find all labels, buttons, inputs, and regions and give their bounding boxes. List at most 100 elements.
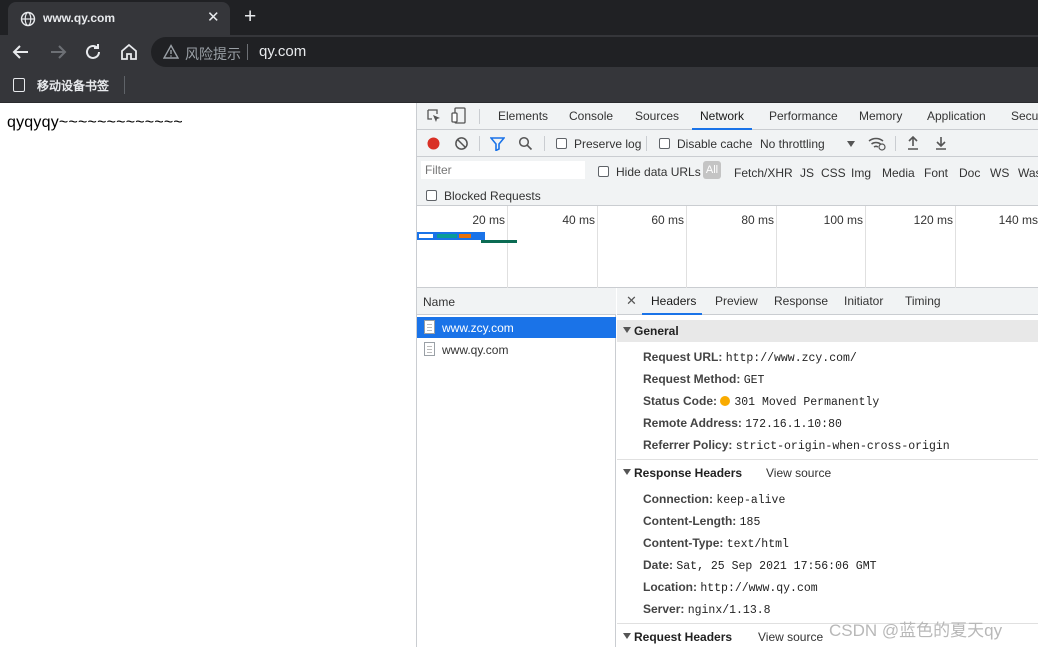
header-value: strict-origin-when-cross-origin [735, 440, 950, 453]
address-bar[interactable]: 风险提示 qy.com [151, 37, 1038, 67]
response-headers-section-header[interactable]: Response Headers View source [617, 462, 1038, 484]
tab-network[interactable]: Network [700, 109, 744, 123]
address-url[interactable]: qy.com [259, 43, 306, 60]
forward-icon[interactable] [46, 40, 70, 64]
throttling-select[interactable]: No throttling [760, 137, 825, 151]
header-value: keep-alive [716, 494, 786, 507]
tab-title: www.qy.com [43, 11, 116, 25]
blocked-requests-label[interactable]: Blocked Requests [444, 189, 541, 203]
filter-img[interactable]: Img [851, 166, 871, 180]
device-toolbar-icon[interactable] [451, 107, 467, 125]
filter-fetch-xhr[interactable]: Fetch/XHR [734, 166, 793, 180]
tab-performance[interactable]: Performance [769, 109, 838, 123]
filter-all-button[interactable]: All [703, 161, 721, 179]
tab-console[interactable]: Console [569, 109, 613, 123]
expand-triangle-icon [623, 327, 631, 333]
page-viewport: qyqyqy~~~~~~~~~~~~~ [0, 103, 416, 647]
active-detail-tab-indicator [642, 313, 702, 315]
preserve-log-checkbox[interactable] [556, 138, 567, 149]
filter-font[interactable]: Font [924, 166, 948, 180]
import-har-icon[interactable] [907, 136, 919, 150]
filter-wasm[interactable]: Was [1018, 166, 1038, 180]
watermark-text: CSDN @蓝色的夏天qy [829, 621, 1003, 640]
timeline-gridline [507, 206, 508, 288]
clear-icon[interactable] [454, 136, 469, 151]
header-value: nginx/1.13.8 [687, 604, 771, 617]
section-divider [617, 459, 1038, 460]
warning-icon[interactable] [163, 44, 179, 60]
header-row: Request URL: http://www.zcy.com/ [643, 350, 857, 365]
header-key: Request URL: [643, 350, 723, 364]
document-icon [424, 320, 435, 334]
record-icon[interactable] [426, 136, 441, 151]
filter-js[interactable]: JS [800, 166, 814, 180]
security-risk-label[interactable]: 风险提示 [185, 44, 241, 64]
filter-css[interactable]: CSS [821, 166, 846, 180]
request-row-qy[interactable]: www.qy.com [417, 339, 616, 360]
header-value: Sat, 25 Sep 2021 17:56:06 GMT [676, 560, 877, 573]
browser-tab[interactable]: www.qy.com ✕ [8, 2, 230, 35]
timeline-tick-label: 120 ms [913, 213, 953, 227]
tab-application[interactable]: Application [927, 109, 986, 123]
preserve-log-label[interactable]: Preserve log [574, 137, 641, 151]
tab-divider [479, 109, 480, 124]
tab-initiator[interactable]: Initiator [844, 294, 883, 308]
header-key: Request Method: [643, 372, 741, 386]
header-value: http://www.zcy.com/ [725, 352, 857, 365]
network-overview-timeline[interactable]: 20 ms 40 ms 60 ms 80 ms 100 ms 120 ms 14… [417, 206, 1038, 288]
document-icon [424, 342, 435, 356]
disable-cache-checkbox[interactable] [659, 138, 670, 149]
tab-timing[interactable]: Timing [905, 294, 941, 308]
tab-security[interactable]: Secu [1011, 109, 1038, 123]
tab-elements[interactable]: Elements [498, 109, 548, 123]
browser-toolbar: 风险提示 qy.com [0, 35, 1038, 68]
expand-triangle-icon [623, 469, 631, 475]
filter-media[interactable]: Media [882, 166, 915, 180]
view-source-link[interactable]: View source [766, 466, 831, 480]
filter-input[interactable] [421, 161, 585, 179]
inspect-element-icon[interactable] [426, 108, 442, 124]
home-icon[interactable] [117, 40, 141, 64]
network-filter-bar: Hide data URLs All Fetch/XHR JS CSS Img … [417, 157, 1038, 206]
hide-data-urls-checkbox[interactable] [598, 166, 609, 177]
header-row: Connection: keep-alive [643, 492, 785, 507]
network-conditions-icon[interactable] [868, 135, 886, 151]
tab-response[interactable]: Response [774, 294, 828, 308]
disable-cache-label[interactable]: Disable cache [677, 137, 752, 151]
address-divider [247, 44, 248, 60]
tab-memory[interactable]: Memory [859, 109, 902, 123]
tab-sources[interactable]: Sources [635, 109, 679, 123]
tab-headers[interactable]: Headers [651, 294, 696, 308]
search-icon[interactable] [518, 136, 533, 151]
section-title: Request Headers [634, 630, 733, 644]
request-row-zcy[interactable]: www.zcy.com [417, 317, 616, 338]
timeline-gridline [955, 206, 956, 288]
header-row: Server: nginx/1.13.8 [643, 602, 771, 617]
filter-ws[interactable]: WS [990, 166, 1009, 180]
hide-data-urls-label[interactable]: Hide data URLs [616, 165, 701, 179]
status-indicator-icon [720, 396, 731, 406]
timeline-bar [459, 234, 471, 238]
mobile-bookmarks-icon [13, 78, 25, 92]
tab-preview[interactable]: Preview [715, 294, 758, 308]
mobile-bookmarks-folder[interactable]: 移动设备书签 [37, 77, 109, 94]
back-icon[interactable] [9, 40, 33, 64]
filter-doc[interactable]: Doc [959, 166, 980, 180]
blocked-requests-checkbox[interactable] [426, 190, 437, 201]
devtools-panel: Elements Console Sources Network Perform… [416, 103, 1038, 647]
reload-icon[interactable] [81, 40, 105, 64]
close-tab-icon[interactable]: ✕ [207, 10, 220, 26]
header-key: Date: [643, 558, 674, 572]
timeline-gridline [865, 206, 866, 288]
toolbar-divider [646, 136, 647, 151]
name-column-header[interactable]: Name [417, 288, 616, 315]
header-row: Location: http://www.qy.com [643, 580, 818, 595]
chevron-down-icon[interactable] [847, 141, 855, 147]
devtools-tab-bar: Elements Console Sources Network Perform… [417, 103, 1038, 130]
filter-icon[interactable] [490, 137, 505, 151]
new-tab-button[interactable]: + [244, 5, 256, 29]
general-section-header[interactable]: General [617, 320, 1038, 342]
view-source-link[interactable]: View source [758, 630, 823, 644]
close-details-icon[interactable]: ✕ [626, 293, 637, 309]
export-har-icon[interactable] [935, 136, 947, 150]
